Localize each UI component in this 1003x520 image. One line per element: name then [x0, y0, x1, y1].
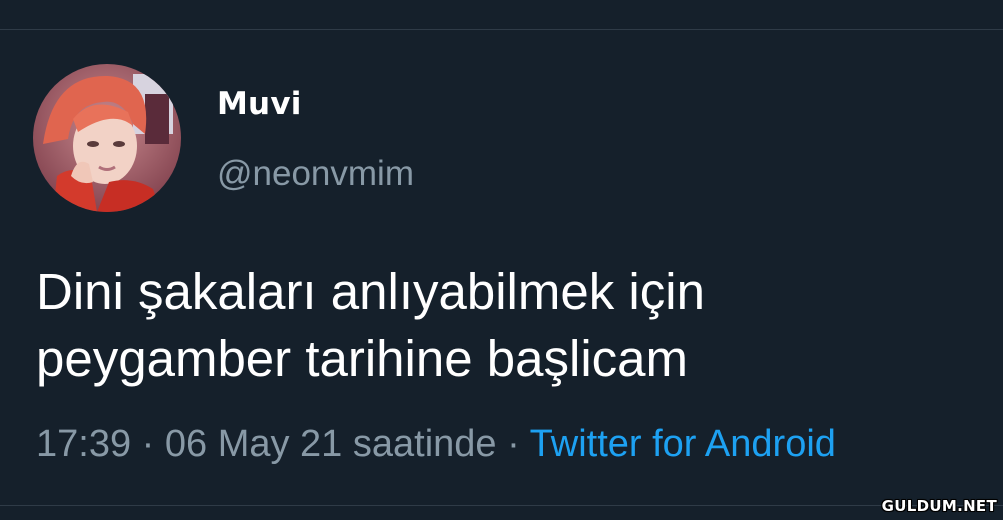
- display-name[interactable]: Muvi: [217, 86, 302, 122]
- tweet-text-line-1: Dini şakaları anlıyabilmek için: [36, 263, 705, 320]
- tweet-text: Dini şakaları anlıyabilmek için peygambe…: [36, 258, 976, 392]
- tweet-screenshot: Muvi @neonvmim Dini şakaları anlıyabilme…: [0, 0, 1003, 520]
- tweet-text-line-2: peygamber tarihine başlicam: [36, 330, 688, 387]
- profile-photo-icon: [33, 64, 181, 212]
- avatar[interactable]: [33, 64, 181, 212]
- top-divider: [0, 29, 1003, 30]
- meta-separator: ·: [141, 423, 155, 465]
- bottom-divider: [0, 505, 1003, 506]
- tweet-date[interactable]: 06 May 21: [165, 423, 342, 465]
- date-suffix: saatinde: [352, 423, 497, 465]
- watermark-logo: GULDUM.NET: [881, 497, 997, 515]
- tweet-metadata: 17:39 · 06 May 21 saatinde · Twitter for…: [36, 423, 836, 466]
- user-handle[interactable]: @neonvmim: [217, 154, 414, 194]
- tweet-time[interactable]: 17:39: [36, 423, 131, 465]
- tweet-source-link[interactable]: Twitter for Android: [530, 423, 836, 465]
- meta-separator: ·: [507, 423, 520, 465]
